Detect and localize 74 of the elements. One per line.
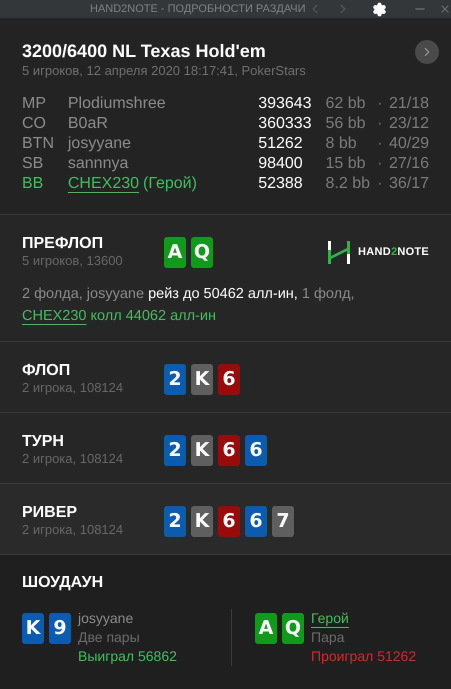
- position-label: BB: [22, 174, 44, 194]
- player-stats: 40/29: [388, 134, 430, 154]
- logo-text: HAND2NOTE: [358, 244, 429, 260]
- street-info: 2 игрока, 108124: [22, 522, 124, 538]
- bb-value: 62 bb: [326, 94, 367, 114]
- logo-icon: [328, 240, 350, 264]
- playing-card: 6: [218, 506, 240, 536]
- playing-card: 7: [272, 506, 294, 536]
- playing-card: 2: [164, 364, 186, 394]
- playing-card: 2: [164, 506, 186, 536]
- street-title: РИВЕР: [22, 504, 78, 522]
- player-name: sannnya: [68, 154, 128, 174]
- stack-value: 98400: [258, 154, 304, 174]
- separator-dot: ·: [377, 94, 384, 114]
- hero-tag: (Герой): [143, 172, 197, 196]
- player-name: josyyane: [68, 134, 132, 154]
- player-stats: 23/12: [388, 114, 430, 134]
- hand-combination: Пара: [311, 628, 346, 647]
- player-name: B0aR: [68, 114, 108, 134]
- result-text: Проиграл 51262: [311, 647, 416, 666]
- window-title: HAND2NOTE - ПОДРОБНОСТИ РАЗДАЧИ: [90, 2, 306, 17]
- playing-card: A: [255, 613, 277, 644]
- player-stats: 27/16: [388, 154, 430, 174]
- showdown-title: ШОУДАУН: [22, 573, 104, 593]
- separator-dot: ·: [377, 134, 384, 154]
- playing-card: K: [191, 364, 213, 394]
- stack-value: 360333: [258, 114, 313, 134]
- playing-card: Q: [282, 613, 304, 644]
- result-text: Выиграл 56862: [78, 647, 177, 666]
- bb-value: 15 bb: [326, 154, 367, 174]
- position-label: BTN: [22, 134, 55, 154]
- next-button[interactable]: [415, 40, 439, 64]
- player-name[interactable]: CHEX230: [68, 172, 140, 196]
- playing-card: 2: [164, 434, 186, 466]
- playing-card: A: [164, 236, 186, 268]
- stack-value: 393643: [258, 94, 313, 114]
- action-summary: 2 фолда, josyyane рейз до 50462 алл-ин, 1 фолд, CHEX230 колл 44062 алл-ин: [22, 285, 356, 326]
- playing-card: 6: [245, 434, 267, 466]
- close-icon[interactable]: [439, 3, 451, 15]
- player-stats: 36/17: [388, 174, 430, 194]
- playing-card: Q: [191, 236, 213, 268]
- stack-value: 51262: [258, 134, 304, 154]
- player-name: josyyane: [78, 609, 134, 628]
- hand-combination: Две пары: [78, 628, 141, 647]
- position-label: CO: [22, 114, 47, 134]
- separator-dot: ·: [377, 154, 384, 174]
- player-stats: 21/18: [388, 94, 430, 114]
- stack-value: 52388: [258, 174, 304, 194]
- playing-card: 6: [245, 506, 267, 536]
- hand-subtitle: 5 игроков, 12 апреля 2020 18:17:41, PokerStars: [22, 62, 307, 80]
- bb-value: 56 bb: [326, 114, 367, 134]
- player-name: Plodiumshree: [68, 94, 166, 114]
- street-title: ТУРН: [22, 433, 65, 451]
- playing-card: 9: [49, 613, 71, 644]
- separator-dot: ·: [377, 174, 384, 194]
- player-link[interactable]: CHEX230: [22, 308, 86, 324]
- position-label: MP: [22, 94, 47, 114]
- hand-title: 3200/6400 NL Texas Hold'em: [22, 40, 266, 62]
- street-info: 2 игрока, 108124: [22, 451, 124, 467]
- playing-card: K: [191, 506, 213, 536]
- bb-value: 8.2 bb: [326, 174, 372, 194]
- playing-card: K: [191, 434, 213, 466]
- playing-card: 6: [218, 364, 240, 394]
- position-label: SB: [22, 154, 44, 174]
- settings-icon[interactable]: [372, 2, 387, 16]
- street-title: ПРЕФЛОП: [22, 235, 104, 253]
- separator-dot: ·: [377, 114, 384, 134]
- bb-value: 8 bb: [326, 134, 358, 154]
- player-name[interactable]: Герой: [311, 609, 349, 628]
- street-info: 5 игроков, 13600: [22, 253, 124, 269]
- playing-card: K: [22, 613, 44, 644]
- street-title: ФЛОП: [22, 362, 72, 380]
- playing-card: 6: [218, 434, 240, 466]
- street-info: 2 игрока, 108124: [22, 380, 124, 396]
